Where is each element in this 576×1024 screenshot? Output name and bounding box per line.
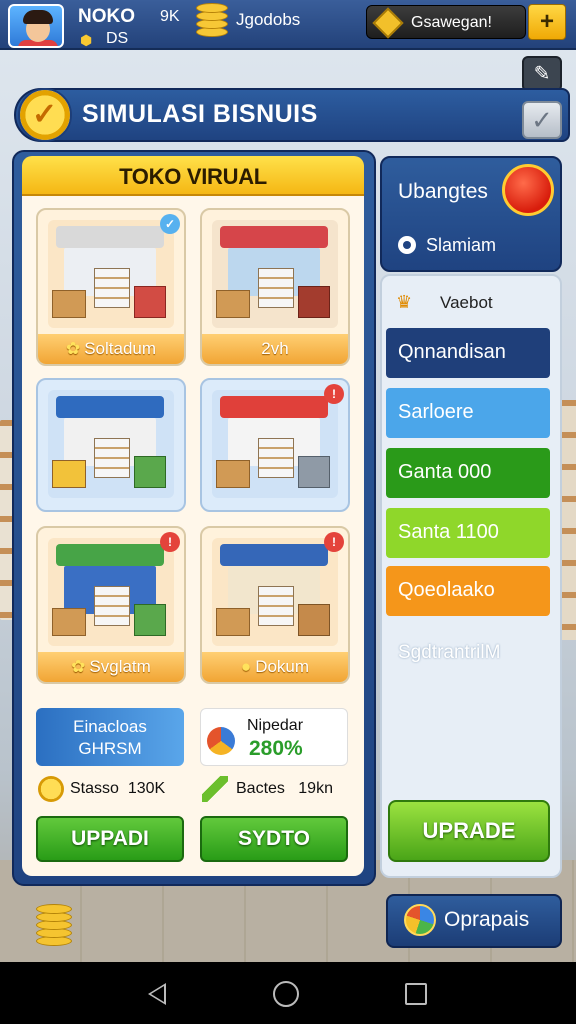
money-right: Bactes 19kn: [202, 776, 333, 802]
level-coin-icon: ⬢: [80, 32, 93, 48]
store-card-1[interactable]: ✓ ✿ Soltadum: [36, 208, 186, 366]
bg-shelf-right: [560, 400, 576, 640]
card-footer: 2vh: [202, 334, 348, 364]
back-icon[interactable]: [148, 983, 166, 1005]
stat-line-1: Einacloas: [73, 717, 147, 736]
shop-illustration: [212, 390, 338, 498]
side-panel-subtitle: Slamiam: [426, 235, 497, 255]
stick-icon: [202, 776, 228, 802]
growth-label: Nipedar: [247, 717, 304, 734]
side-panel-title: Ubangtes: [398, 180, 488, 203]
shop-illustration: [212, 538, 338, 646]
header-checkbox[interactable]: ✓: [522, 101, 562, 139]
growth-value: 280%: [249, 737, 303, 760]
operations-label: Oprapais: [444, 908, 530, 931]
menu-item-2[interactable]: Sarloere: [386, 388, 550, 438]
player-stat: 9K: [160, 8, 180, 25]
alert-badge-icon[interactable]: !: [324, 384, 344, 404]
menu-item-1[interactable]: Qnnandisan: [386, 328, 550, 378]
player-avatar[interactable]: [8, 4, 64, 48]
record-button-icon[interactable]: [502, 164, 554, 216]
store-card-6[interactable]: ! ● Dokum: [200, 526, 350, 684]
shop-illustration: [48, 538, 174, 646]
coin-icon: ✿: [71, 657, 86, 676]
shop-illustration: [48, 390, 174, 498]
card-label: Dokum: [255, 657, 310, 676]
resource-label: Gsawegan!: [411, 14, 492, 31]
card-footer: ● Dokum: [202, 652, 348, 682]
upgrade-button[interactable]: UPPADI: [36, 816, 184, 862]
gem-icon: [372, 7, 404, 39]
stock-button[interactable]: SYDTO: [200, 816, 348, 862]
growth-stat-box: Nipedar 280%: [200, 708, 348, 766]
recent-apps-icon[interactable]: [405, 983, 427, 1005]
page-title: SIMULASI BISNUIS: [82, 100, 318, 128]
coin-icon: ●: [240, 657, 252, 676]
money-right-value: 19kn: [298, 780, 333, 798]
business-stat-box: Einacloas GHRSM: [36, 708, 184, 766]
card-footer: ✿ Soltadum: [38, 334, 184, 364]
currency-label: Jgodobs: [236, 10, 301, 29]
checkmark-badge-icon: [18, 88, 72, 142]
money-right-label: Bactes: [236, 780, 285, 798]
alert-badge-icon[interactable]: !: [324, 532, 344, 552]
menu-item-5[interactable]: Qoeolaako: [386, 566, 550, 616]
card-label: 2vh: [261, 339, 289, 358]
stat-line-2: GHRSM: [78, 739, 142, 758]
shop-illustration: [48, 220, 174, 328]
card-label: Soltadum: [84, 339, 157, 358]
coin-icon: [38, 776, 64, 802]
resource-display[interactable]: Gsawegan!: [366, 5, 526, 39]
location-icon: [398, 236, 416, 254]
alert-badge-icon[interactable]: !: [160, 532, 180, 552]
globe-icon: [404, 904, 436, 936]
card-label: Svglatm: [89, 657, 151, 676]
upgrade-big-button[interactable]: UPRADE: [388, 800, 550, 862]
shop-illustration: [212, 220, 338, 328]
store-card-2[interactable]: 2vh: [200, 208, 350, 366]
side-menu-header: Vaebot: [440, 293, 493, 312]
gold-coins-icon[interactable]: [36, 904, 76, 948]
store-card-5[interactable]: ! ✿ Svglatm: [36, 526, 186, 684]
add-currency-button[interactable]: +: [528, 4, 566, 40]
player-name: NOKO: [78, 6, 135, 27]
card-footer: ✿ Svglatm: [38, 652, 184, 682]
store-panel-title: TOKO VIRUAL: [119, 164, 267, 189]
menu-item-4[interactable]: Santa 1100: [386, 508, 550, 558]
home-icon[interactable]: [273, 981, 299, 1007]
menu-item-6[interactable]: SgdtrantrilM: [398, 642, 500, 664]
coin-stack-icon: [196, 3, 228, 39]
crown-icon: ♛: [396, 292, 413, 312]
coin-icon: ✿: [65, 339, 81, 358]
store-card-3[interactable]: [36, 378, 186, 512]
money-left-value: 130K: [127, 780, 166, 798]
info-badge-icon[interactable]: ✓: [160, 214, 180, 234]
money-left-label: Stasso: [70, 780, 119, 798]
money-left: Stasso 130K: [38, 776, 165, 802]
pie-chart-icon: [207, 727, 235, 755]
menu-item-3[interactable]: Ganta 000: [386, 448, 550, 498]
tools-icon[interactable]: ✎: [522, 56, 562, 92]
store-card-4[interactable]: !: [200, 378, 350, 512]
player-level: DS: [106, 30, 129, 47]
